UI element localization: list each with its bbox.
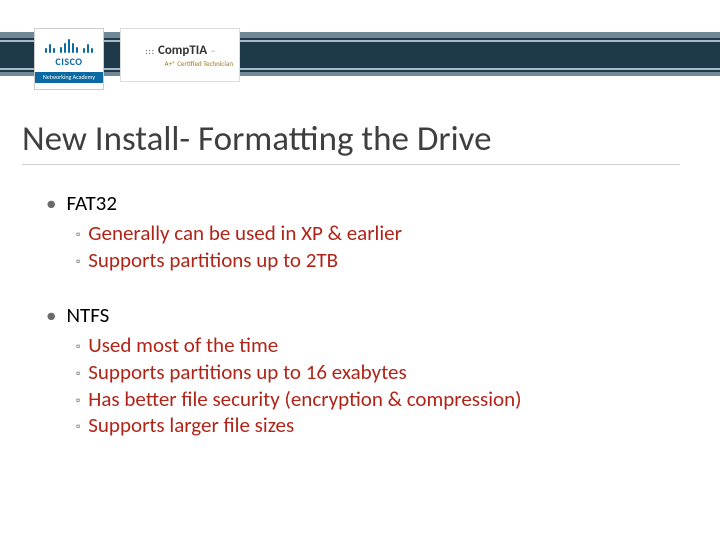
sub-bullet: ▫ Supports larger file sizes (76, 412, 690, 439)
comptia-tm: ™ (211, 50, 215, 56)
sub-bullet-text: Has better file security (encryption & c… (88, 386, 521, 412)
section-ntfs: • NTFS ▫ Used most of the time ▫ Supports p… (46, 302, 690, 440)
logo-badges: CISCO Networking Academy ::: CompTIA ™ A… (34, 28, 240, 90)
bullet-dot-icon: • (46, 302, 56, 328)
cisco-footer: Networking Academy (35, 72, 103, 83)
bullet-heading: • FAT32 (46, 190, 690, 216)
sub-bullet-text: Supports partitions up to 2TB (88, 247, 338, 273)
heading-text: FAT32 (66, 190, 117, 216)
sub-bullet: ▫ Used most of the time (76, 332, 690, 359)
comptia-logo: ::: CompTIA ™ A+® Certified Technician (120, 28, 240, 82)
bullet-square-icon: ▫ (76, 420, 80, 435)
bullet-square-icon: ▫ (76, 394, 80, 409)
bullet-heading: • NTFS (46, 302, 690, 328)
bullet-dot-icon: • (46, 190, 56, 216)
bullet-square-icon: ▫ (76, 340, 80, 355)
cisco-name: CISCO (55, 55, 82, 68)
slide-title: New Install- Formatting the Drive (22, 118, 680, 165)
slide-body: • FAT32 ▫ Generally can be used in XP & ea… (46, 190, 690, 467)
heading-text: NTFS (66, 302, 109, 328)
sub-bullet-text: Used most of the time (88, 332, 278, 358)
comptia-dots-icon: ::: (145, 47, 155, 57)
comptia-subtext: A+® Certified Technician (127, 60, 233, 68)
sub-bullet-text: Generally can be used in XP & earlier (88, 220, 402, 246)
sub-bullet: ▫ Has better file security (encryption & … (76, 386, 690, 413)
sub-bullet-text: Supports partitions up to 16 exabytes (88, 359, 406, 385)
sub-bullet: ▫ Supports partitions up to 16 exabytes (76, 359, 690, 386)
bullet-square-icon: ▫ (76, 255, 80, 270)
cisco-bars-icon (45, 39, 93, 53)
bullet-square-icon: ▫ (76, 367, 80, 382)
slide: CISCO Networking Academy ::: CompTIA ™ A… (0, 0, 720, 540)
comptia-name: CompTIA (158, 43, 207, 58)
section-fat32: • FAT32 ▫ Generally can be used in XP & ea… (46, 190, 690, 274)
sub-bullet-text: Supports larger file sizes (88, 412, 294, 438)
sub-bullet: ▫ Generally can be used in XP & earlier (76, 220, 690, 247)
sub-bullet: ▫ Supports partitions up to 2TB (76, 247, 690, 274)
cisco-logo: CISCO Networking Academy (34, 28, 104, 90)
bullet-square-icon: ▫ (76, 228, 80, 243)
